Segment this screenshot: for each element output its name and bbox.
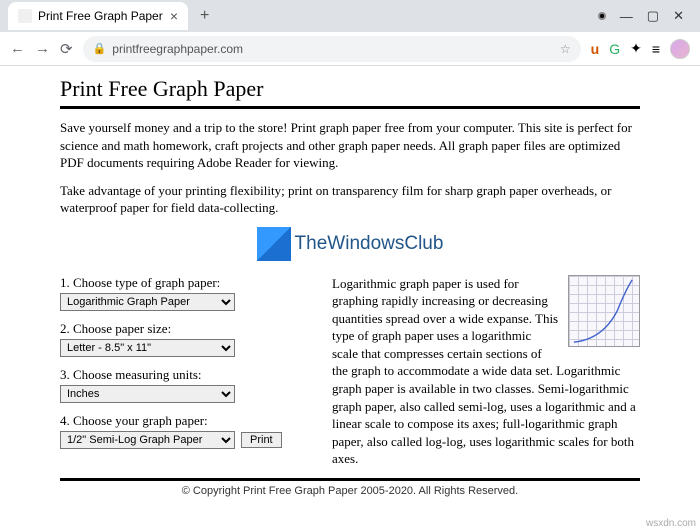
label-units: 3. Choose measuring units: bbox=[60, 367, 310, 383]
intro-para-2: Take advantage of your printing flexibil… bbox=[60, 182, 640, 217]
star-icon[interactable]: ☆ bbox=[560, 42, 571, 56]
print-button[interactable]: Print bbox=[241, 432, 282, 448]
profile-avatar[interactable] bbox=[670, 39, 690, 59]
windows-logo-icon bbox=[257, 227, 291, 261]
description-column: Logarithmic graph paper is used for grap… bbox=[332, 275, 640, 468]
ext-g-icon[interactable]: G bbox=[609, 41, 620, 57]
extensions: u G ✦ ≡ bbox=[591, 39, 690, 59]
select-paper-size[interactable]: Letter - 8.5" x 11" bbox=[60, 339, 235, 357]
url-text: printfreegraphpaper.com bbox=[112, 42, 243, 56]
footer-text: © Copyright Print Free Graph Paper 2005-… bbox=[60, 485, 640, 497]
minimize-button[interactable]: — bbox=[620, 9, 633, 24]
close-window-button[interactable]: ✕ bbox=[673, 8, 684, 24]
label-graph-paper: 4. Choose your graph paper: bbox=[60, 413, 310, 429]
new-tab-button[interactable]: + bbox=[194, 5, 215, 27]
back-button[interactable]: ← bbox=[10, 40, 25, 57]
select-graph-type[interactable]: Logarithmic Graph Paper bbox=[60, 293, 235, 311]
select-units[interactable]: Inches bbox=[60, 385, 235, 403]
reading-list-icon[interactable]: ≡ bbox=[652, 41, 660, 57]
maximize-button[interactable]: ▢ bbox=[647, 8, 659, 24]
forward-button[interactable]: → bbox=[35, 40, 50, 57]
window-controls: — ▢ ✕ bbox=[598, 8, 692, 24]
browser-tab[interactable]: Print Free Graph Paper × bbox=[8, 2, 188, 30]
tab-bar: Print Free Graph Paper × + — ▢ ✕ bbox=[0, 0, 700, 32]
address-bar[interactable]: 🔒 printfreegraphpaper.com ☆ bbox=[83, 36, 581, 62]
record-icon bbox=[598, 12, 606, 20]
label-paper-size: 2. Choose paper size: bbox=[60, 321, 310, 337]
divider bbox=[60, 106, 640, 109]
logo-text: TheWindowsClub bbox=[295, 233, 444, 255]
browser-chrome: Print Free Graph Paper × + — ▢ ✕ ← → ⟳ 🔒… bbox=[0, 0, 700, 66]
intro-para-1: Save yourself money and a trip to the st… bbox=[60, 119, 640, 172]
graph-thumbnail bbox=[568, 275, 640, 347]
page-content: Print Free Graph Paper Save yourself mon… bbox=[0, 66, 700, 507]
watermark: wsxdn.com bbox=[646, 518, 696, 529]
extensions-icon[interactable]: ✦ bbox=[630, 40, 642, 57]
label-graph-type: 1. Choose type of graph paper: bbox=[60, 275, 310, 291]
lock-icon: 🔒 bbox=[93, 42, 107, 55]
form-column: 1. Choose type of graph paper: Logarithm… bbox=[60, 275, 310, 468]
reload-button[interactable]: ⟳ bbox=[60, 40, 73, 58]
logo-row: TheWindowsClub bbox=[60, 227, 640, 261]
close-tab-icon[interactable]: × bbox=[170, 8, 178, 24]
select-graph-paper[interactable]: 1/2" Semi-Log Graph Paper bbox=[60, 431, 235, 449]
divider-bottom bbox=[60, 478, 640, 481]
ext-u-icon[interactable]: u bbox=[591, 41, 600, 57]
intro-section: Save yourself money and a trip to the st… bbox=[60, 119, 640, 217]
page-title: Print Free Graph Paper bbox=[60, 76, 640, 102]
tab-title: Print Free Graph Paper bbox=[38, 9, 163, 23]
nav-bar: ← → ⟳ 🔒 printfreegraphpaper.com ☆ u G ✦ … bbox=[0, 32, 700, 66]
favicon bbox=[18, 9, 32, 23]
